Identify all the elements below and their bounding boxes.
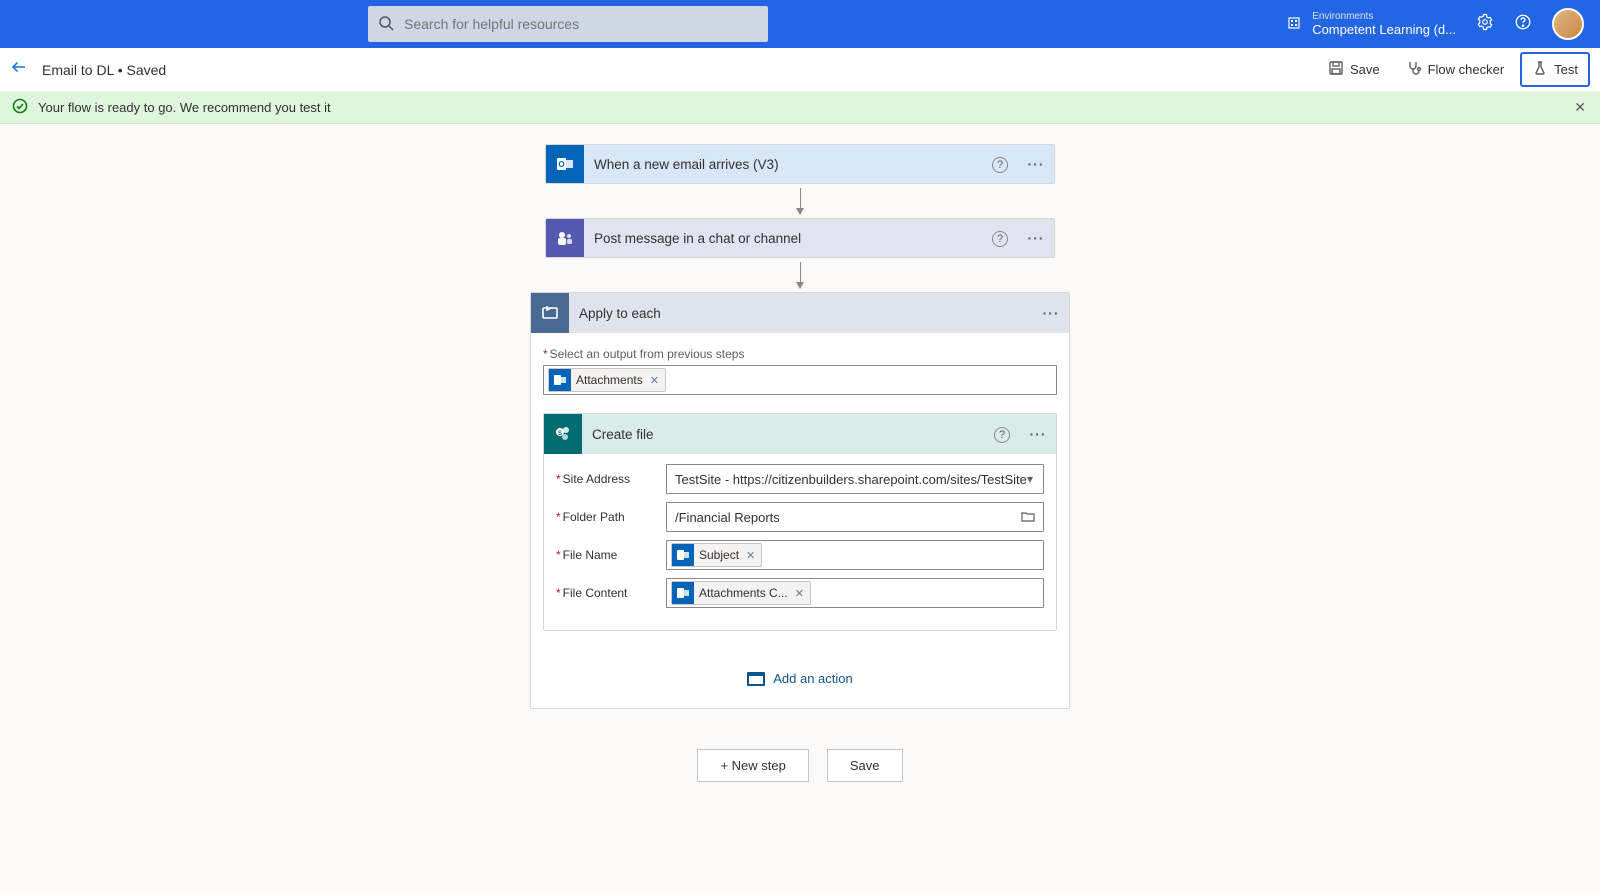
folder-path-input[interactable]: /Financial Reports bbox=[666, 502, 1044, 532]
search-input[interactable] bbox=[404, 16, 758, 32]
flask-icon bbox=[1532, 60, 1548, 79]
search-box[interactable] bbox=[368, 6, 768, 42]
more-icon[interactable]: ··· bbox=[1033, 305, 1069, 321]
flow-checker-label: Flow checker bbox=[1428, 62, 1505, 77]
loop-icon bbox=[531, 293, 569, 333]
sharepoint-icon: S bbox=[544, 414, 582, 454]
environment-picker[interactable]: Environments Competent Learning (d... bbox=[1286, 11, 1456, 37]
flow-checker-button[interactable]: Flow checker bbox=[1396, 54, 1515, 85]
flow-canvas: O When a new email arrives (V3) ? ··· Po… bbox=[0, 124, 1600, 822]
help-icon[interactable]: ? bbox=[982, 229, 1018, 247]
svg-text:S: S bbox=[558, 431, 562, 437]
site-address-label: *Site Address bbox=[556, 472, 656, 486]
file-content-label: *File Content bbox=[556, 586, 656, 600]
stethoscope-icon bbox=[1406, 60, 1422, 79]
foreach-input[interactable]: Attachments ✕ bbox=[543, 365, 1057, 395]
test-button[interactable]: Test bbox=[1520, 52, 1590, 87]
outlook-token-icon bbox=[672, 582, 694, 604]
settings-icon[interactable] bbox=[1476, 13, 1494, 36]
token-text: Subject bbox=[699, 548, 741, 562]
new-step-button[interactable]: + New step bbox=[697, 749, 808, 782]
building-icon bbox=[1286, 15, 1302, 34]
site-address-select[interactable]: TestSite - https://citizenbuilders.share… bbox=[666, 464, 1044, 494]
createfile-title: Create file bbox=[582, 427, 984, 442]
foreach-step-card: Apply to each ··· *Select an output from… bbox=[530, 292, 1070, 709]
top-header: Environments Competent Learning (d... bbox=[0, 0, 1600, 48]
svg-text:O: O bbox=[558, 160, 564, 169]
footer-buttons: + New step Save bbox=[697, 749, 902, 782]
help-icon[interactable] bbox=[1514, 13, 1532, 36]
notification-text: Your flow is ready to go. We recommend y… bbox=[38, 100, 331, 115]
more-icon[interactable]: ··· bbox=[1018, 156, 1054, 172]
test-label: Test bbox=[1554, 62, 1578, 77]
file-name-label: *File Name bbox=[556, 548, 656, 562]
outlook-token-icon bbox=[672, 544, 694, 566]
more-icon[interactable]: ··· bbox=[1020, 426, 1056, 442]
foreach-field-label: *Select an output from previous steps bbox=[543, 347, 1057, 361]
connector-arrow-icon bbox=[800, 188, 801, 214]
save-icon bbox=[1328, 60, 1344, 79]
outlook-token-icon bbox=[549, 369, 571, 391]
search-icon bbox=[378, 15, 394, 34]
notification-bar: Your flow is ready to go. We recommend y… bbox=[0, 92, 1600, 124]
close-icon[interactable]: ✕ bbox=[1574, 99, 1586, 116]
connector-arrow-icon bbox=[800, 262, 801, 288]
outlook-icon: O bbox=[546, 145, 584, 183]
subject-token[interactable]: Subject ✕ bbox=[671, 543, 762, 567]
createfile-header[interactable]: S Create file ? ··· bbox=[544, 414, 1056, 454]
foreach-header[interactable]: Apply to each ··· bbox=[531, 293, 1069, 333]
checkmark-icon bbox=[12, 98, 28, 117]
trigger-step-card[interactable]: O When a new email arrives (V3) ? ··· bbox=[545, 144, 1055, 184]
save-button-footer[interactable]: Save bbox=[827, 749, 903, 782]
save-label: Save bbox=[1350, 62, 1380, 77]
back-arrow-icon[interactable] bbox=[10, 58, 28, 81]
token-remove-icon[interactable]: ✕ bbox=[646, 374, 663, 387]
token-remove-icon[interactable]: ✕ bbox=[791, 587, 808, 600]
add-action-button[interactable]: Add an action bbox=[747, 671, 853, 686]
env-label: Environments bbox=[1312, 11, 1456, 22]
folder-path-label: *Folder Path bbox=[556, 510, 656, 524]
createfile-step-card: S Create file ? ··· *Site Address TestSi… bbox=[543, 413, 1057, 631]
subheader: Email to DL • Saved Save Flow checker Te… bbox=[0, 48, 1600, 92]
chevron-down-icon: ▾ bbox=[1027, 472, 1033, 486]
foreach-title: Apply to each bbox=[569, 306, 1033, 321]
env-name: Competent Learning (d... bbox=[1312, 22, 1456, 37]
save-button[interactable]: Save bbox=[1318, 54, 1390, 85]
breadcrumb: Email to DL • Saved bbox=[42, 62, 166, 78]
folder-path-value: /Financial Reports bbox=[675, 510, 780, 525]
help-icon[interactable]: ? bbox=[982, 155, 1018, 173]
attachments-token[interactable]: Attachments ✕ bbox=[548, 368, 666, 392]
folder-picker-icon[interactable] bbox=[1021, 509, 1035, 526]
attachments-content-token[interactable]: Attachments C... ✕ bbox=[671, 581, 811, 605]
trigger-title: When a new email arrives (V3) bbox=[584, 157, 982, 172]
teams-step-card[interactable]: Post message in a chat or channel ? ··· bbox=[545, 218, 1055, 258]
site-address-value: TestSite - https://citizenbuilders.share… bbox=[675, 472, 1027, 487]
more-icon[interactable]: ··· bbox=[1018, 230, 1054, 246]
user-avatar[interactable] bbox=[1552, 8, 1584, 40]
add-action-icon bbox=[747, 672, 765, 686]
file-content-input[interactable]: Attachments C... ✕ bbox=[666, 578, 1044, 608]
teams-icon bbox=[546, 219, 584, 257]
add-action-label: Add an action bbox=[773, 671, 853, 686]
teams-title: Post message in a chat or channel bbox=[584, 231, 982, 246]
token-text: Attachments bbox=[576, 373, 645, 387]
help-icon[interactable]: ? bbox=[984, 425, 1020, 443]
token-text: Attachments C... bbox=[699, 586, 790, 600]
token-remove-icon[interactable]: ✕ bbox=[742, 549, 759, 562]
file-name-input[interactable]: Subject ✕ bbox=[666, 540, 1044, 570]
